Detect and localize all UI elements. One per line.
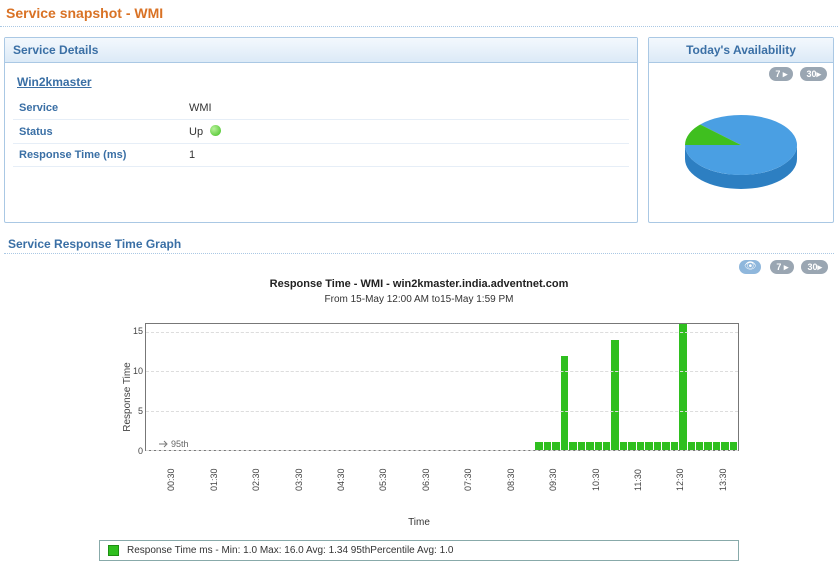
row-service: Service WMI (13, 97, 629, 120)
bar (586, 442, 593, 450)
label-service: Service (13, 97, 183, 120)
x-tick-labels: 00:30 01:30 02:30 03:30 04:30 05:30 06:30 07:30… (145, 455, 739, 495)
graph-pills: 👁 7 ▸ 30▸ (0, 260, 838, 278)
y-tick: 0 (129, 446, 143, 456)
bar (721, 442, 728, 450)
service-details-header: Service Details (5, 38, 637, 63)
availability-header: Today's Availability (649, 38, 833, 63)
bar (637, 442, 644, 450)
pill-30-days[interactable]: 30▸ (801, 260, 828, 274)
x-tick: 08:30 (506, 469, 516, 492)
page-title: Service snapshot - WMI (0, 0, 838, 24)
value-response-time: 1 (183, 144, 629, 167)
x-tick: 04:30 (336, 469, 346, 492)
availability-panel: Today's Availability 7 ▸ 30▸ (648, 37, 834, 223)
status-up-icon (210, 125, 221, 136)
legend-swatch-icon (108, 545, 119, 556)
x-tick: 00:30 (166, 469, 176, 492)
bar (611, 340, 618, 450)
bar (688, 442, 695, 450)
bar (628, 442, 635, 450)
row-response-time: Response Time (ms) 1 (13, 144, 629, 167)
service-details-panel: Service Details Win2kmaster Service WMI … (4, 37, 638, 223)
bar (713, 442, 720, 450)
bar (662, 442, 669, 450)
y-tick: 5 (129, 406, 143, 416)
bar (671, 442, 678, 450)
graph-section-title: Service Response Time Graph (0, 223, 838, 253)
x-tick: 02:30 (251, 469, 261, 492)
x-tick: 11:30 (633, 469, 643, 491)
bar (620, 442, 627, 450)
plot-area (145, 323, 739, 451)
chart-legend: Response Time ms - Min: 1.0 Max: 16.0 Av… (99, 540, 739, 561)
pill-7-days[interactable]: 7 ▸ (769, 67, 793, 81)
host-link[interactable]: Win2kmaster (17, 75, 92, 89)
chart-area: Response Time 00:3001:3002:3003:3004:300… (99, 317, 739, 477)
x-tick: 12:30 (675, 469, 685, 492)
value-service: WMI (183, 97, 629, 120)
status-text: Up (189, 126, 203, 138)
pill-30-days[interactable]: 30▸ (800, 67, 827, 81)
bars-container (146, 324, 738, 450)
x-tick: 09:30 (548, 469, 558, 492)
row-status: Status Up (13, 120, 629, 144)
x-tick: 07:30 (463, 469, 473, 492)
bar (561, 356, 568, 451)
percentile-annotation: 95th (159, 439, 189, 449)
divider (4, 253, 834, 254)
chart-title: Response Time - WMI - win2kmaster.india.… (0, 278, 838, 290)
bar (645, 442, 652, 450)
pill-7-days[interactable]: 7 ▸ (770, 260, 794, 274)
bar (654, 442, 661, 450)
bar (603, 442, 610, 450)
value-status: Up (183, 120, 629, 144)
chart-subtitle: From 15-May 12:00 AM to15-May 1:59 PM (0, 294, 838, 305)
x-tick: 01:30 (209, 469, 219, 492)
pie-chart-icon (671, 99, 811, 199)
bar (552, 442, 559, 450)
service-details-body: Win2kmaster Service WMI Status Up Respon… (5, 63, 637, 177)
x-tick: 05:30 (378, 469, 388, 492)
view-icon[interactable]: 👁 (739, 260, 761, 274)
bar (544, 442, 551, 450)
bar (569, 442, 576, 450)
bar (535, 442, 542, 450)
details-table: Service WMI Status Up Response Time (ms)… (13, 97, 629, 167)
bar (578, 442, 585, 450)
legend-text: Response Time ms - Min: 1.0 Max: 16.0 Av… (127, 545, 453, 556)
y-tick: 15 (129, 326, 143, 336)
label-status: Status (13, 120, 183, 144)
top-row: Service Details Win2kmaster Service WMI … (0, 37, 838, 223)
bar (595, 442, 602, 450)
label-response-time: Response Time (ms) (13, 144, 183, 167)
bar (696, 442, 703, 450)
bar (704, 442, 711, 450)
x-tick: 06:30 (421, 469, 431, 492)
x-tick: 10:30 (591, 469, 601, 492)
availability-pie (649, 81, 833, 222)
bar (679, 324, 686, 450)
chart-titles: Response Time - WMI - win2kmaster.india.… (0, 278, 838, 305)
x-tick: 13:30 (718, 469, 728, 492)
availability-pills: 7 ▸ 30▸ (649, 63, 833, 81)
y-tick: 10 (129, 366, 143, 376)
bar (730, 442, 737, 450)
x-tick: 03:30 (294, 469, 304, 492)
divider (0, 26, 838, 27)
